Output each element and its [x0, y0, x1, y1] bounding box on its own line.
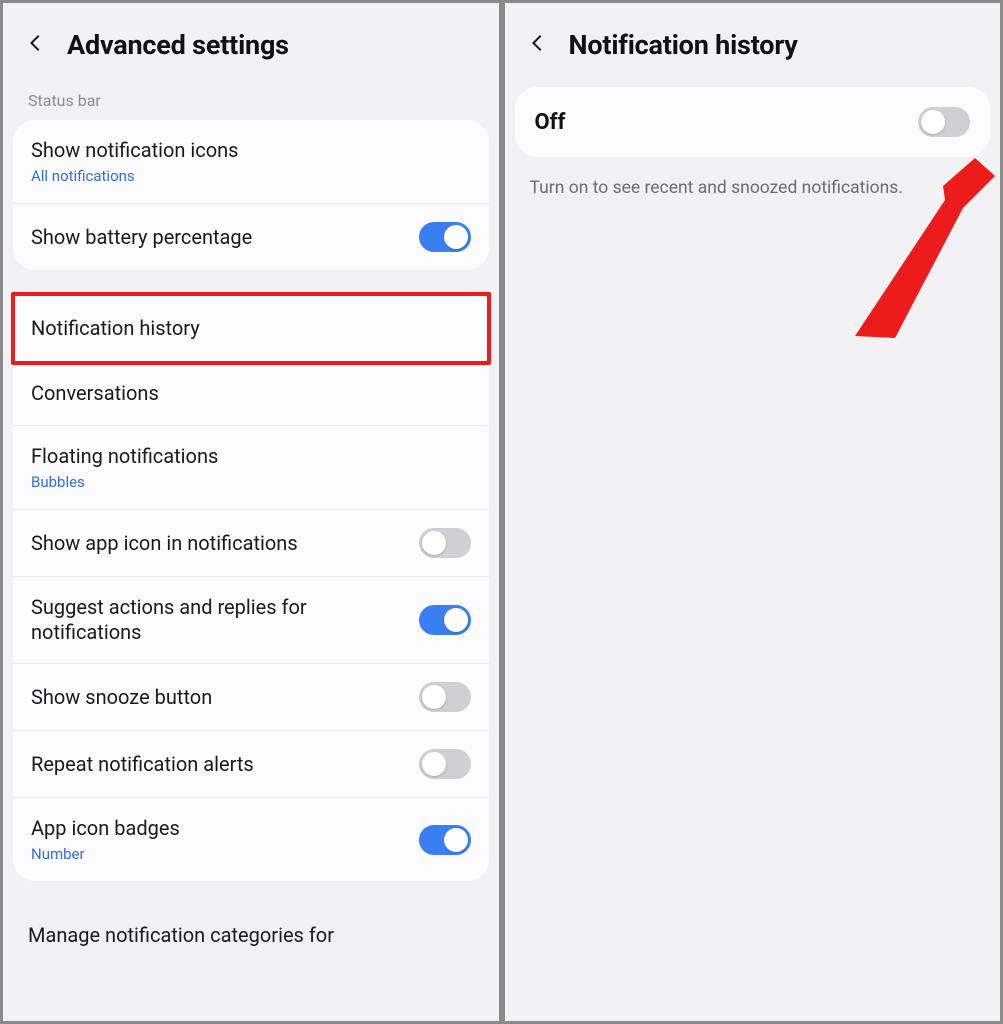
- toggle-snooze[interactable]: [419, 682, 471, 712]
- row-title: Notification history: [31, 316, 471, 341]
- row-cutoff-text: Manage notification categories for: [3, 903, 499, 947]
- toggle-suggest-actions[interactable]: [419, 605, 471, 635]
- page-title: Advanced settings: [67, 29, 289, 61]
- toggle-battery-percentage[interactable]: [419, 222, 471, 252]
- history-hint-text: Turn on to see recent and snoozed notifi…: [505, 171, 1001, 207]
- row-title: Show app icon in notifications: [31, 531, 419, 556]
- row-title: Repeat notification alerts: [31, 752, 419, 777]
- row-title: Suggest actions and replies for notifica…: [31, 595, 419, 645]
- row-show-notification-icons[interactable]: Show notification icons All notification…: [13, 120, 489, 203]
- row-title: App icon badges: [31, 816, 419, 841]
- row-repeat-alerts[interactable]: Repeat notification alerts: [13, 730, 489, 797]
- back-icon[interactable]: [25, 32, 47, 58]
- row-subtitle: Number: [31, 845, 419, 863]
- row-show-snooze-button[interactable]: Show snooze button: [13, 663, 489, 730]
- page-title: Notification history: [569, 29, 798, 61]
- header: Notification history: [505, 3, 1001, 83]
- toggle-repeat-alerts[interactable]: [419, 749, 471, 779]
- row-app-icon-badges[interactable]: App icon badges Number: [13, 797, 489, 881]
- row-title: Show battery percentage: [31, 225, 419, 250]
- row-notification-history[interactable]: Notification history: [15, 296, 487, 361]
- history-toggle-card: Off: [515, 87, 991, 157]
- status-bar-card: Show notification icons All notification…: [13, 120, 489, 270]
- highlight-notification-history: Notification history: [11, 292, 491, 365]
- row-subtitle: All notifications: [31, 167, 471, 185]
- history-state-label: Off: [535, 110, 919, 135]
- row-subtitle: Bubbles: [31, 473, 471, 491]
- header: Advanced settings: [3, 3, 499, 83]
- back-icon[interactable]: [527, 32, 549, 58]
- section-label-status-bar: Status bar: [3, 83, 499, 120]
- notifications-card: Conversations Floating notifications Bub…: [13, 361, 489, 881]
- advanced-settings-screen: Advanced settings Status bar Show notifi…: [0, 0, 502, 1024]
- row-suggest-actions[interactable]: Suggest actions and replies for notifica…: [13, 576, 489, 663]
- toggle-app-icon[interactable]: [419, 528, 471, 558]
- row-conversations[interactable]: Conversations: [13, 361, 489, 425]
- toggle-app-icon-badges[interactable]: [419, 825, 471, 855]
- toggle-notification-history[interactable]: [918, 107, 970, 137]
- row-title: Show notification icons: [31, 138, 471, 163]
- row-title: Floating notifications: [31, 444, 471, 469]
- row-title: Show snooze button: [31, 685, 419, 710]
- row-show-app-icon[interactable]: Show app icon in notifications: [13, 509, 489, 576]
- row-floating-notifications[interactable]: Floating notifications Bubbles: [13, 425, 489, 509]
- notification-history-screen: Notification history Off Turn on to see …: [502, 0, 1003, 1024]
- row-title: Conversations: [31, 381, 471, 406]
- row-show-battery-percentage[interactable]: Show battery percentage: [13, 203, 489, 270]
